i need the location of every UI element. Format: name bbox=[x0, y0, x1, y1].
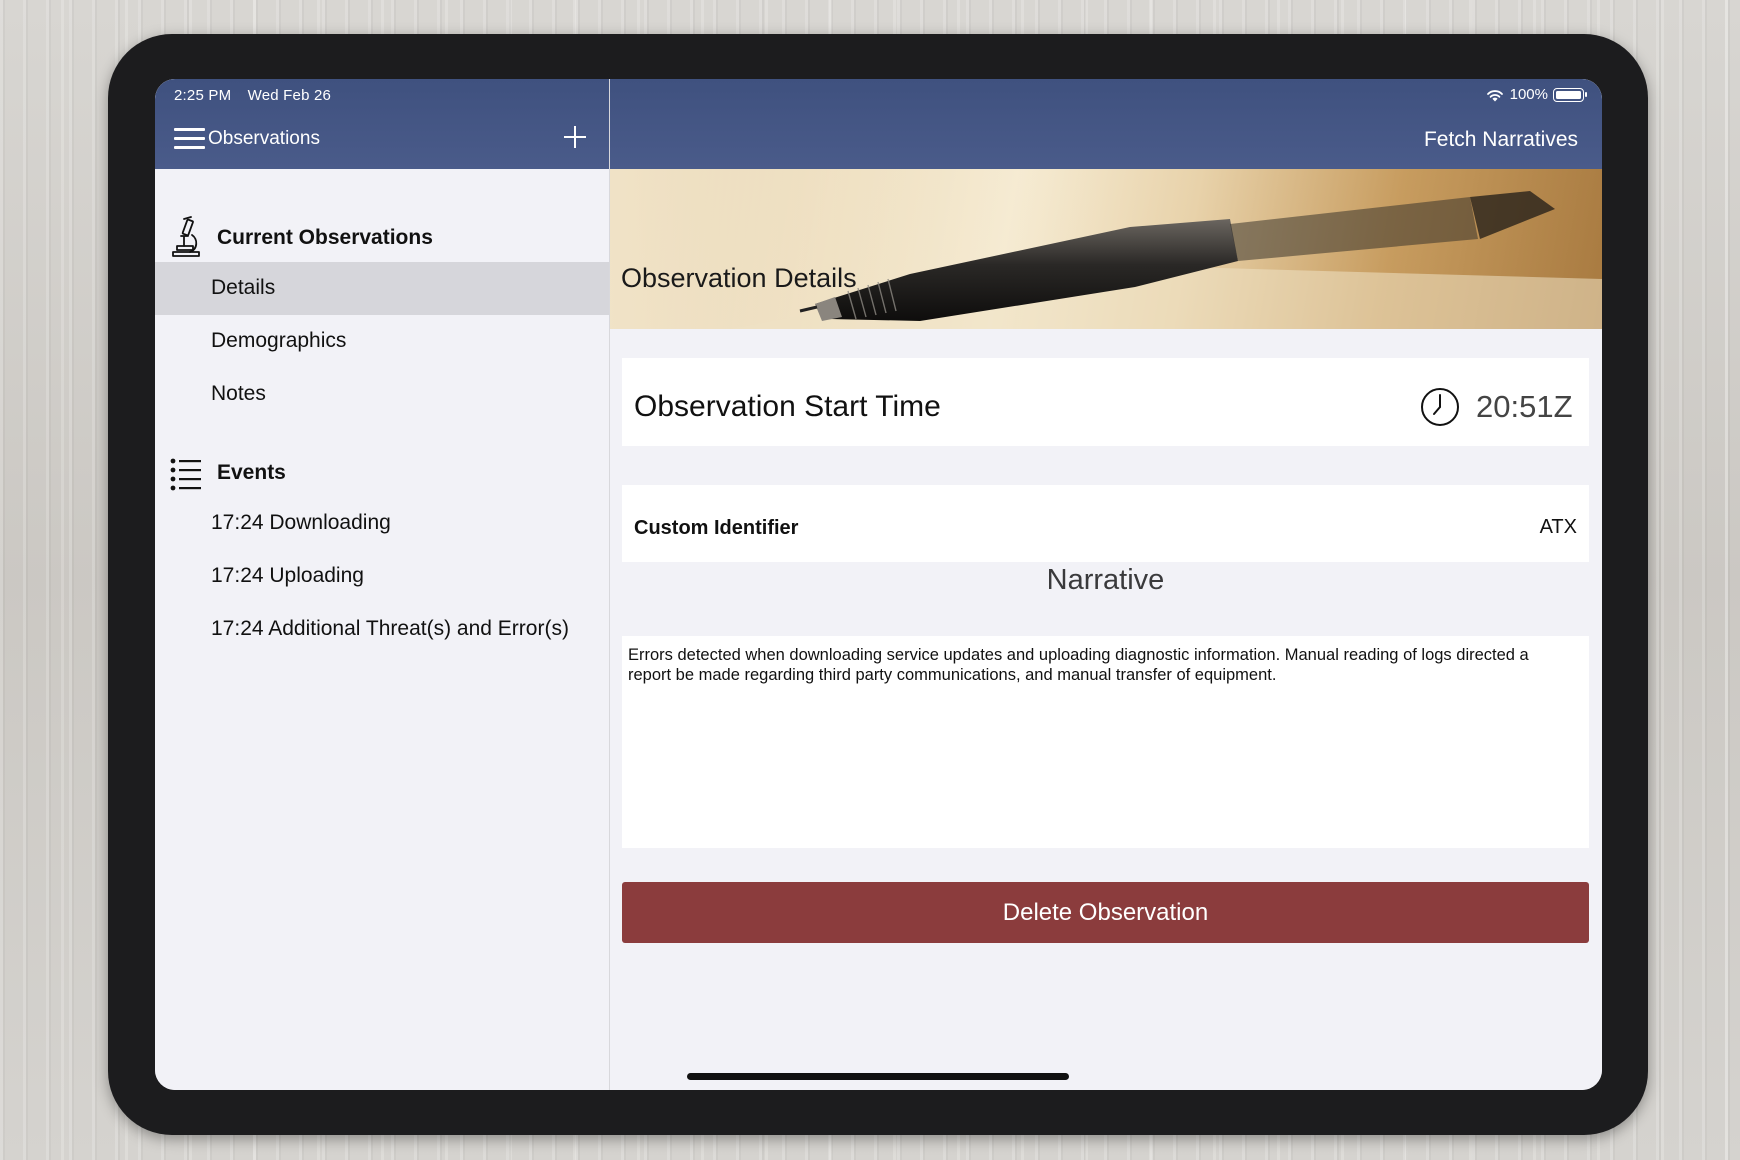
screen: 2:25 PM Wed Feb 26 Observations Current … bbox=[155, 79, 1602, 1090]
tablet-frame: 2:25 PM Wed Feb 26 Observations Current … bbox=[108, 34, 1648, 1135]
start-time-label: Observation Start Time bbox=[634, 390, 941, 423]
fetch-narratives-button[interactable]: Fetch Narratives bbox=[1424, 128, 1578, 152]
home-indicator bbox=[687, 1073, 1069, 1080]
list-icon bbox=[170, 458, 201, 491]
sidebar-item-details[interactable]: Details bbox=[155, 262, 609, 315]
sidebar-item-notes[interactable]: Notes bbox=[155, 368, 609, 421]
banner-title: Observation Details bbox=[621, 263, 857, 293]
detail-panel: 100% Fetch Narratives Observation Detail… bbox=[610, 79, 1602, 1090]
sidebar-title: Observations bbox=[208, 128, 320, 149]
custom-identifier-value: ATX bbox=[1539, 516, 1577, 538]
clock-icon bbox=[1421, 388, 1459, 426]
section-events: Events bbox=[155, 449, 609, 497]
microscope-icon bbox=[172, 216, 200, 257]
status-time: 2:25 PM bbox=[174, 87, 232, 104]
narrative-heading: Narrative bbox=[1046, 564, 1165, 596]
banner-image: Observation Details bbox=[610, 169, 1602, 329]
custom-identifier-row[interactable]: Custom Identifier ATX bbox=[622, 485, 1589, 562]
pen-illustration bbox=[610, 169, 1602, 329]
sidebar-item-label: Details bbox=[211, 276, 276, 299]
battery-percent: 100% bbox=[1509, 86, 1548, 103]
start-time-value: 20:51Z bbox=[1476, 389, 1573, 424]
sidebar-item-label: Notes bbox=[211, 382, 266, 405]
custom-identifier-label: Custom Identifier bbox=[634, 517, 799, 539]
section-current-observations: Current Observations bbox=[155, 214, 609, 262]
menu-icon[interactable] bbox=[174, 128, 205, 150]
add-observation-button[interactable] bbox=[560, 122, 590, 152]
sidebar-item-event[interactable]: 17:24 Additional Threat(s) and Error(s) bbox=[155, 603, 609, 656]
sidebar: 2:25 PM Wed Feb 26 Observations Current … bbox=[155, 79, 610, 1090]
start-time-row[interactable]: Observation Start Time 20:51Z bbox=[622, 358, 1589, 446]
delete-observation-button[interactable]: Delete Observation bbox=[622, 882, 1589, 943]
sidebar-header: 2:25 PM Wed Feb 26 Observations bbox=[155, 79, 609, 169]
sidebar-item-event[interactable]: 17:24 Uploading bbox=[155, 550, 609, 603]
status-date: Wed Feb 26 bbox=[247, 87, 332, 104]
sidebar-item-label: 17:24 Additional Threat(s) and Error(s) bbox=[211, 617, 569, 640]
narrative-textarea[interactable]: Errors detected when downloading service… bbox=[622, 636, 1589, 848]
section-label: Events bbox=[217, 461, 286, 484]
sidebar-item-event[interactable]: 17:24 Downloading bbox=[155, 497, 609, 550]
sidebar-item-demographics[interactable]: Demographics bbox=[155, 315, 609, 368]
sidebar-item-label: 17:24 Downloading bbox=[211, 511, 391, 534]
status-bar-right: 100% bbox=[1486, 86, 1587, 103]
battery-icon bbox=[1553, 87, 1587, 102]
section-label: Current Observations bbox=[217, 226, 433, 249]
main-header: 100% Fetch Narratives bbox=[610, 79, 1602, 169]
wifi-icon bbox=[1486, 89, 1503, 101]
narrative-text: Errors detected when downloading service… bbox=[628, 646, 1529, 684]
sidebar-item-label: Demographics bbox=[211, 329, 347, 352]
status-bar-left: 2:25 PM Wed Feb 26 bbox=[174, 87, 343, 104]
sidebar-item-label: 17:24 Uploading bbox=[211, 564, 364, 587]
